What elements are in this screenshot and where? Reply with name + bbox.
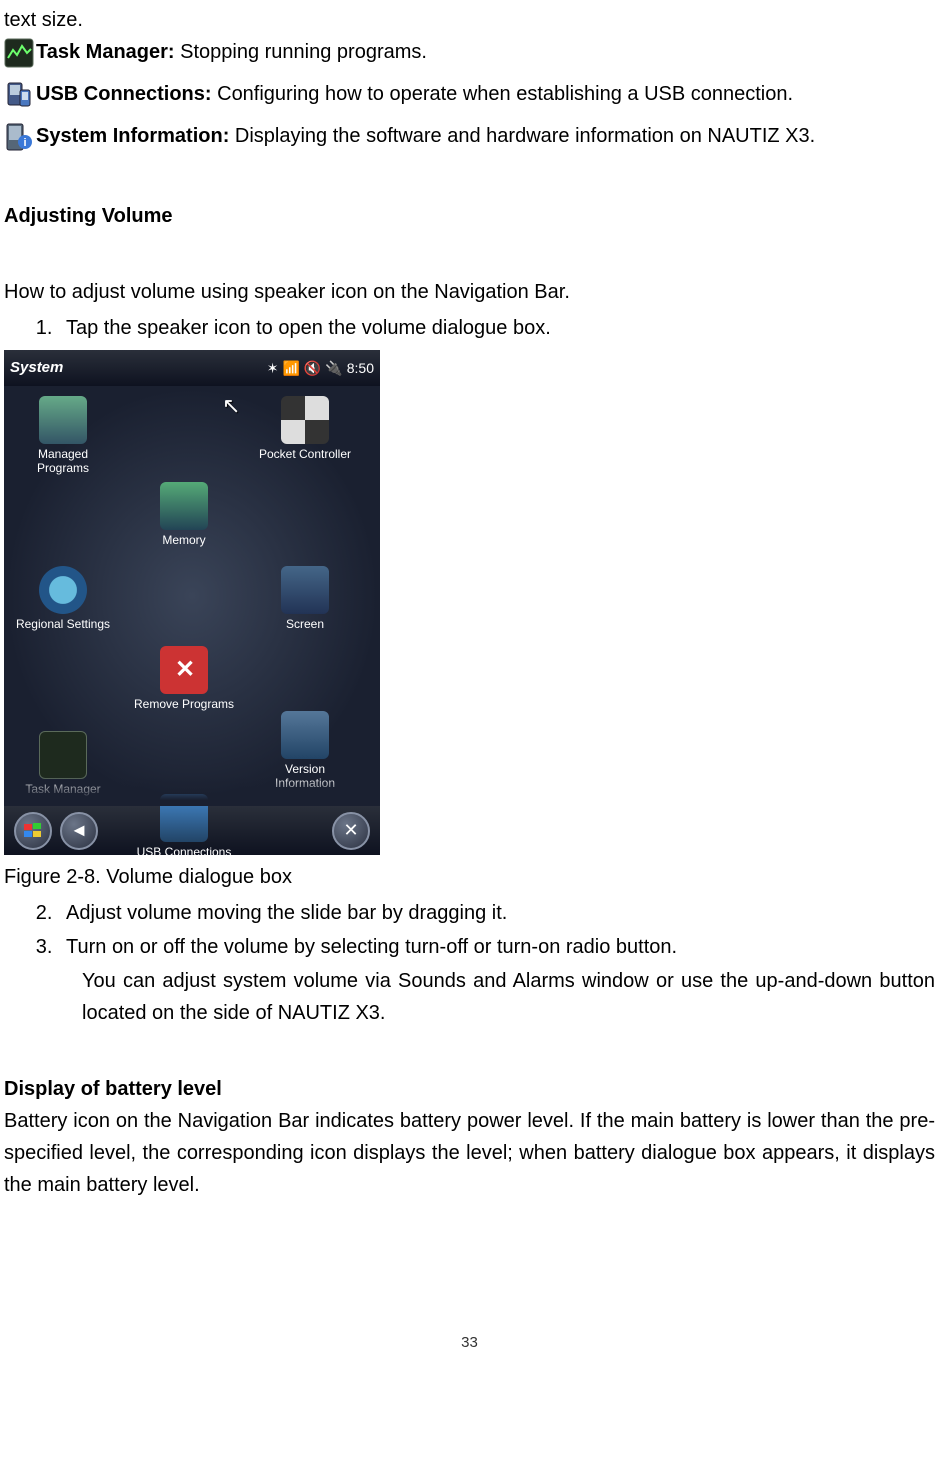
- system-settings-screenshot: System ✶ 📶 🔇 🔌 8:50 ↖ Managed Programs P…: [4, 350, 380, 855]
- volume-intro: How to adjust volume using speaker icon …: [4, 276, 935, 308]
- volume-step-3: Turn on or off the volume by selecting t…: [58, 931, 935, 963]
- battery-heading: Display of battery level: [4, 1073, 935, 1105]
- status-star-icon: ✶: [267, 357, 279, 379]
- status-speaker-icon: 🔇: [304, 357, 321, 379]
- app-label: Memory: [162, 533, 205, 547]
- app-label: Regional Settings: [16, 617, 110, 631]
- back-button[interactable]: ◄: [60, 812, 98, 850]
- app-regional-settings[interactable]: Regional Settings: [8, 566, 118, 632]
- figure-caption: Figure 2-8. Volume dialogue box: [4, 861, 935, 893]
- status-time: 8:50: [347, 357, 374, 379]
- remove-programs-icon: ✕: [160, 646, 208, 694]
- task-manager-app-icon: [39, 731, 87, 779]
- volume-note: You can adjust system volume via Sounds …: [82, 965, 935, 1029]
- app-label: Pocket Controller: [259, 447, 351, 461]
- battery-paragraph: Battery icon on the Navigation Bar indic…: [4, 1105, 935, 1201]
- screenshot-app-grid: ↖ Managed Programs Pocket Controller Mem…: [4, 386, 380, 806]
- close-button[interactable]: ✕: [332, 812, 370, 850]
- screenshot-status-bar: System ✶ 📶 🔇 🔌 8:50: [4, 350, 380, 386]
- pocket-controller-icon: [281, 396, 329, 444]
- app-screen[interactable]: Screen: [250, 566, 360, 632]
- start-button[interactable]: [14, 812, 52, 850]
- app-pocket-controller[interactable]: Pocket Controller: [250, 396, 360, 462]
- task-manager-icon: [4, 38, 34, 68]
- usb-label: USB Connections:: [36, 83, 212, 105]
- sysinfo-desc: Displaying the software and hardware inf…: [229, 125, 815, 147]
- intro-fragment: text size.: [4, 4, 935, 36]
- regional-settings-icon: [39, 566, 87, 614]
- adjusting-volume-heading: Adjusting Volume: [4, 200, 935, 232]
- usb-icon: [4, 80, 34, 110]
- task-manager-desc: Stopping running programs.: [175, 41, 427, 63]
- screenshot-title: System: [10, 356, 63, 380]
- volume-step-2: Adjust volume moving the slide bar by dr…: [58, 897, 935, 929]
- sysinfo-label: System Information:: [36, 125, 229, 147]
- usb-desc: Configuring how to operate when establis…: [212, 83, 793, 105]
- volume-steps-list-1: Tap the speaker icon to open the volume …: [58, 312, 935, 344]
- svg-text:i: i: [23, 137, 26, 149]
- app-label: Remove Programs: [134, 697, 234, 711]
- task-manager-def-row: Task Manager: Stopping running programs.: [4, 36, 935, 68]
- usb-def-row: USB Connections: Configuring how to oper…: [4, 78, 935, 110]
- sysinfo-def-row: i System Information: Displaying the sof…: [4, 120, 935, 152]
- memory-icon: [160, 482, 208, 530]
- app-label: USB Connections: [137, 845, 232, 855]
- app-label: Screen: [286, 617, 324, 631]
- screen-icon: [281, 566, 329, 614]
- managed-programs-icon: [39, 396, 87, 444]
- status-signal-icon: 📶: [282, 357, 299, 379]
- app-remove-programs[interactable]: ✕ Remove Programs: [104, 646, 264, 712]
- cursor-icon: ↖: [222, 388, 240, 423]
- app-label: Managed Programs: [37, 447, 89, 475]
- version-info-icon: [281, 711, 329, 759]
- status-plug-icon: 🔌: [325, 357, 342, 379]
- volume-steps-list-2: Adjust volume moving the slide bar by dr…: [58, 897, 935, 963]
- app-memory[interactable]: Memory: [129, 482, 239, 548]
- sysinfo-icon: i: [4, 122, 34, 152]
- task-manager-label: Task Manager:: [36, 41, 175, 63]
- app-managed-programs[interactable]: Managed Programs: [8, 396, 118, 476]
- page-number: 33: [4, 1331, 935, 1355]
- volume-step-1: Tap the speaker icon to open the volume …: [58, 312, 935, 344]
